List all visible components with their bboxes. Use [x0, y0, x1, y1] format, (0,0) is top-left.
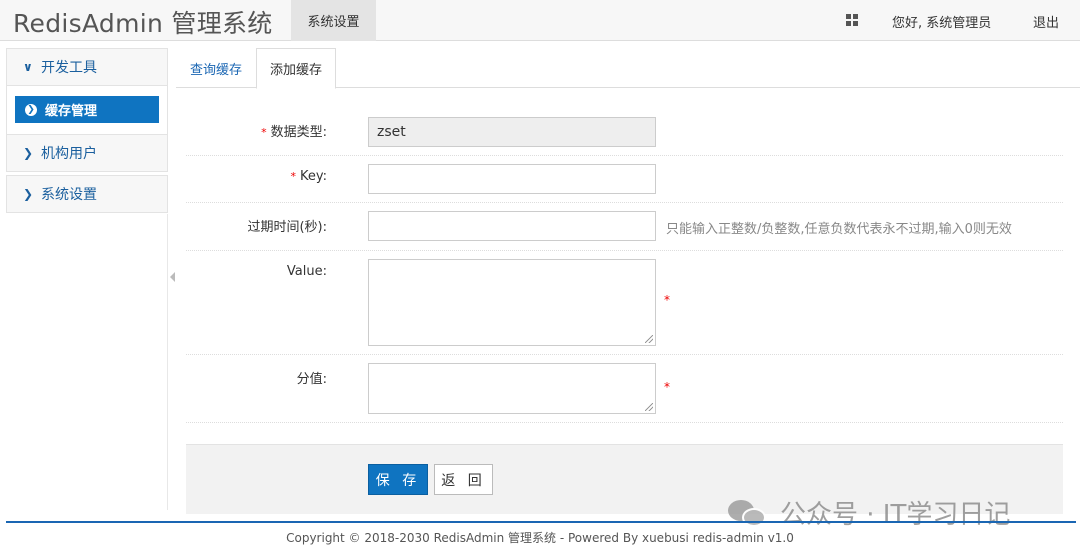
- nav-item-system-settings[interactable]: 系统设置: [291, 0, 376, 41]
- sidebar-group-dev-tools[interactable]: ∨ 开发工具: [6, 48, 168, 86]
- logout-link[interactable]: 退出: [1033, 12, 1059, 31]
- chevron-right-icon: ❯: [23, 187, 34, 201]
- sidebar-item-cache-management[interactable]: ❯ 缓存管理: [15, 96, 159, 123]
- data-type-field: zset: [368, 117, 656, 147]
- sidebar-group-label: 系统设置: [41, 187, 97, 203]
- sidebar-group-label: 机构用户: [41, 146, 97, 162]
- resize-grip-icon[interactable]: [645, 335, 653, 343]
- wechat-icon: [728, 498, 768, 528]
- key-input[interactable]: [368, 164, 656, 194]
- sidebar-group-system-settings[interactable]: ❯ 系统设置: [6, 175, 168, 213]
- brand-title[interactable]: RedisAdmin 管理系统: [13, 4, 273, 40]
- back-button[interactable]: 返 回: [434, 464, 493, 495]
- user-greeting[interactable]: 您好, 系统管理员: [892, 12, 991, 31]
- key-label: * Key:: [290, 169, 327, 184]
- top-navbar: RedisAdmin 管理系统 系统设置 您好, 系统管理员 退出: [0, 0, 1080, 41]
- value-textarea[interactable]: [368, 259, 656, 346]
- sidebar-group-label: 开发工具: [41, 60, 97, 76]
- resize-grip-icon[interactable]: [645, 403, 653, 411]
- watermark-text: 公众号 · IT学习日记: [780, 500, 1011, 530]
- arrow-circle-right-icon: ❯: [25, 103, 37, 116]
- chevron-right-icon: ❯: [23, 146, 34, 160]
- required-mark: *: [664, 380, 670, 394]
- chevron-down-icon: ∨: [23, 60, 33, 74]
- collapse-sidebar-handle[interactable]: [170, 272, 175, 282]
- form-row-expire: 过期时间(秒): 只能输入正整数/负整数,任意负数代表永不过期,输入0则无效: [186, 203, 1063, 251]
- footer-copyright: Copyright © 2018-2030 RedisAdmin 管理系统 - …: [286, 531, 794, 545]
- expire-label: 过期时间(秒):: [247, 220, 327, 235]
- save-button[interactable]: 保 存: [368, 464, 428, 495]
- tab-query-cache[interactable]: 查询缓存: [176, 48, 256, 88]
- data-type-label: * 数据类型:: [261, 125, 327, 140]
- footer-divider: [6, 521, 1076, 523]
- form-row-value: Value: *: [186, 251, 1063, 355]
- form-row-score: 分值: *: [186, 355, 1063, 423]
- required-mark: *: [290, 170, 296, 183]
- score-label: 分值:: [296, 372, 327, 387]
- tab-bar: 查询缓存 添加缓存: [176, 48, 1080, 89]
- value-label: Value:: [286, 264, 327, 279]
- expire-hint: 只能输入正整数/负整数,任意负数代表永不过期,输入0则无效: [666, 222, 1012, 237]
- wechat-watermark: 公众号 · IT学习日记: [728, 494, 1010, 531]
- sidebar-item-label: 缓存管理: [45, 104, 98, 119]
- tab-add-cache[interactable]: 添加缓存: [256, 48, 336, 89]
- sidebar-group-org-users[interactable]: ❯ 机构用户: [6, 134, 168, 172]
- required-mark: *: [261, 126, 267, 139]
- sidebar-divider: [6, 214, 168, 510]
- required-mark: *: [664, 293, 670, 307]
- form-row-data-type: * 数据类型: zset: [186, 108, 1063, 156]
- expire-input[interactable]: [368, 211, 656, 241]
- score-textarea[interactable]: [368, 363, 656, 414]
- form-row-key: * Key:: [186, 156, 1063, 203]
- apps-grid-icon[interactable]: [846, 14, 859, 27]
